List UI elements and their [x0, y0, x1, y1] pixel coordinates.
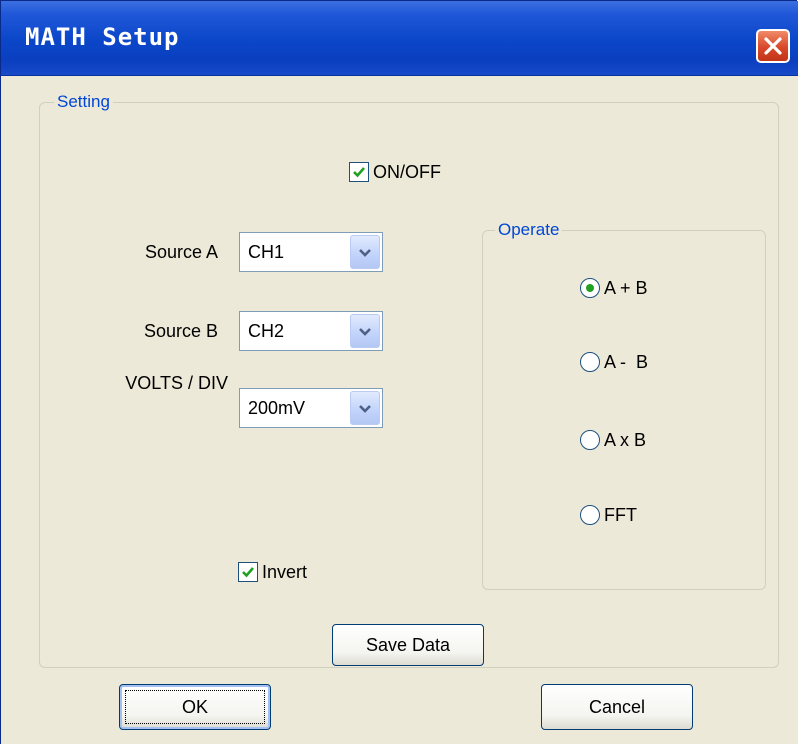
close-button[interactable] — [756, 29, 790, 63]
operate-label-a-plus-b: A + B — [604, 277, 648, 298]
operate-radio-a-plus-b[interactable] — [580, 278, 600, 298]
onoff-checkbox[interactable]: ON/OFF — [349, 160, 441, 184]
onoff-checkbox-box[interactable] — [349, 162, 369, 182]
operate-group: Operate A + B A - B A x B FFT — [482, 219, 766, 590]
checkmark-icon — [353, 167, 365, 178]
operate-label-a-times-b: A x B — [604, 429, 647, 450]
onoff-label: ON/OFF — [373, 161, 441, 182]
invert-checkbox-box[interactable] — [238, 562, 258, 582]
title-bar[interactable]: MATH Setup — [1, 1, 798, 76]
volts-div-label: VOLTS / DIV — [125, 373, 228, 393]
setting-group-legend: Setting — [54, 91, 113, 113]
save-data-button[interactable]: Save Data — [332, 624, 484, 666]
chevron-down-icon — [359, 405, 371, 413]
chevron-down-icon — [359, 249, 371, 257]
radio-selected-dot — [586, 284, 594, 292]
source-a-select[interactable]: CH1 — [239, 232, 383, 272]
close-icon — [764, 37, 782, 55]
chevron-down-icon — [359, 328, 371, 336]
window-title: MATH Setup — [25, 23, 180, 51]
operate-radio-a-times-b[interactable] — [580, 430, 600, 450]
math-setup-dialog: MATH Setup Setting ON/OFF Source A CH1 S… — [0, 0, 798, 744]
operate-radio-a-minus-b[interactable] — [580, 352, 600, 372]
invert-checkbox[interactable]: Invert — [238, 560, 307, 584]
source-b-dropdown-button[interactable] — [350, 314, 380, 348]
volts-div-dropdown-button[interactable] — [350, 391, 380, 425]
volts-div-select[interactable]: 200mV — [239, 388, 383, 428]
operate-option-a-times-b[interactable]: A x B — [580, 426, 646, 454]
operate-radio-fft[interactable] — [580, 505, 600, 525]
dialog-body: Setting ON/OFF Source A CH1 Source B CH2… — [1, 76, 798, 744]
operate-option-a-minus-b[interactable]: A - B — [580, 348, 648, 376]
checkmark-icon — [242, 567, 254, 578]
source-b-select[interactable]: CH2 — [239, 311, 383, 351]
setting-group: Setting ON/OFF Source A CH1 Source B CH2… — [39, 91, 779, 668]
volts-div-value: 200mV — [248, 398, 306, 418]
source-b-label: Source B — [143, 321, 218, 341]
ok-button[interactable]: OK — [119, 684, 271, 730]
operate-group-legend: Operate — [495, 219, 563, 241]
source-a-label: Source A — [144, 242, 218, 262]
operate-option-fft[interactable]: FFT — [580, 501, 637, 529]
operate-label-fft: FFT — [604, 504, 637, 525]
operate-option-a-plus-b[interactable]: A + B — [580, 274, 648, 302]
source-b-value: CH2 — [248, 321, 285, 341]
cancel-button[interactable]: Cancel — [541, 684, 693, 730]
operate-label-a-minus-b: A - B — [604, 351, 649, 372]
ok-button-label: OK — [181, 697, 208, 717]
source-a-dropdown-button[interactable] — [350, 235, 380, 269]
source-a-value: CH1 — [248, 242, 285, 262]
invert-label: Invert — [262, 561, 308, 582]
